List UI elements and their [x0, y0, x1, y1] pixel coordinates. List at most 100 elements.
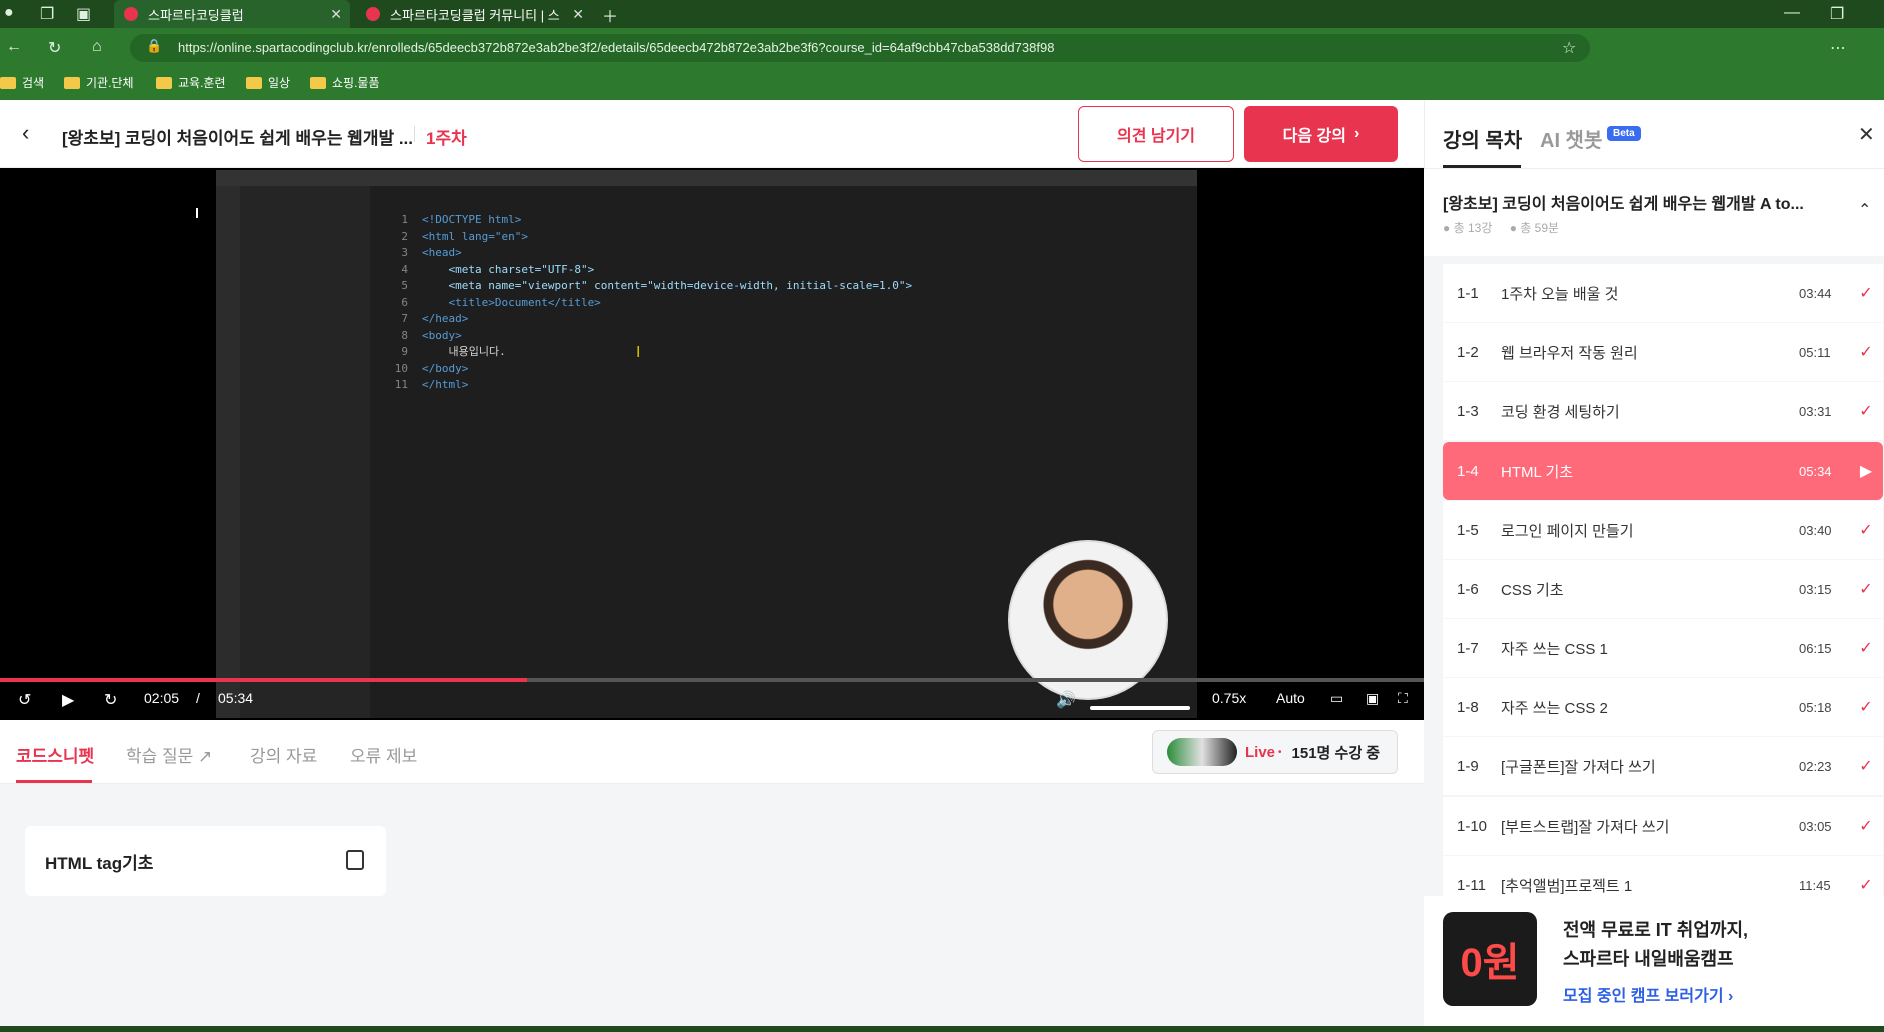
- lesson-item[interactable]: 1-3 코딩 환경 세팅하기 03:31 ✓: [1443, 382, 1883, 440]
- promo-badge: 0원: [1443, 912, 1537, 1006]
- snippet-area: [0, 784, 1424, 1026]
- fullscreen-icon[interactable]: ⛶: [1398, 690, 1408, 707]
- lesson-item[interactable]: 1-4 HTML 기초 05:34 ▶: [1443, 442, 1883, 500]
- speed-button[interactable]: 0.75x: [1212, 690, 1246, 706]
- bookmark-education[interactable]: 교육.훈련: [156, 74, 226, 91]
- lesson-duration: 03:15: [1799, 581, 1832, 597]
- play-circle-icon: ●: [1443, 221, 1451, 235]
- lesson-name: [추억앨범]프로젝트 1: [1501, 877, 1633, 895]
- lesson-item[interactable]: 1-8 자주 쓰는 CSS 2 05:18 ✓: [1443, 678, 1883, 736]
- close-sidebar-icon[interactable]: ✕: [1858, 122, 1875, 147]
- check-icon: ✓: [1859, 522, 1873, 539]
- close-tab-icon[interactable]: ✕: [330, 6, 342, 23]
- sparta-favicon: [124, 7, 138, 21]
- quality-button[interactable]: Auto: [1276, 690, 1305, 706]
- tab-table-of-contents[interactable]: 강의 목차: [1443, 124, 1522, 153]
- lesson-name: [구글폰트]잘 가져다 쓰기: [1501, 758, 1656, 776]
- copy-icon[interactable]: [346, 850, 364, 870]
- tab-actions-icon[interactable]: ▣: [76, 4, 91, 24]
- more-menu-icon[interactable]: ⋯: [1830, 38, 1846, 58]
- promo-text: 전액 무료로 IT 취업까지, 스파르타 내일배움캠프: [1563, 920, 1749, 969]
- lesson-number: 1-7: [1457, 639, 1479, 657]
- play-icon: ▶: [1859, 463, 1873, 480]
- check-icon: ✓: [1859, 403, 1873, 420]
- bookmark-agency[interactable]: 기관.단체: [64, 74, 134, 91]
- lesson-duration: 03:31: [1799, 403, 1832, 419]
- feedback-button[interactable]: 의견 남기기: [1078, 106, 1234, 162]
- external-link-icon: ↗: [198, 747, 213, 766]
- tab-ai-chatbot[interactable]: AI 챗봇: [1540, 124, 1602, 153]
- captions-icon[interactable]: ▭: [1330, 690, 1343, 707]
- taskbar-edge: [0, 1026, 1884, 1032]
- tab-study-question[interactable]: 학습 질문 ↗: [126, 742, 212, 767]
- code-editor: <!DOCTYPE html> <html lang="en"> <head> …: [422, 213, 913, 391]
- volume-slider[interactable]: [1090, 706, 1190, 710]
- lesson-duration: 05:34: [1799, 463, 1832, 479]
- chevron-up-icon[interactable]: ⌃: [1858, 200, 1871, 220]
- browser-tab-1[interactable]: 스파르타코딩클럽 ✕: [114, 0, 350, 28]
- lesson-name: 코딩 환경 세팅하기: [1501, 403, 1620, 421]
- lesson-item[interactable]: 1-1 1주차 오늘 배울 것 03:44 ✓: [1443, 264, 1883, 322]
- vscode-explorer: [240, 186, 370, 718]
- folder-icon: [64, 76, 80, 89]
- volume-icon[interactable]: 🔊: [1056, 690, 1076, 710]
- video-progress-fill: [0, 678, 527, 682]
- check-icon: ✓: [1859, 877, 1873, 894]
- lesson-number: 1-1: [1457, 284, 1479, 302]
- active-tab-underline: [16, 780, 92, 783]
- new-tab-icon[interactable]: ＋: [602, 3, 618, 27]
- tab-code-snippet[interactable]: 코드스니펫: [16, 742, 94, 767]
- forward-10-icon[interactable]: ↻: [104, 690, 117, 710]
- close-tab-icon[interactable]: ✕: [572, 6, 584, 23]
- restore-icon[interactable]: ❐: [1830, 4, 1844, 24]
- tab-error-report[interactable]: 오류 제보: [350, 742, 417, 767]
- lesson-item[interactable]: 1-10 [부트스트랩]잘 가져다 쓰기 03:05 ✓: [1443, 797, 1883, 855]
- lesson-name: HTML 기초: [1501, 463, 1574, 481]
- live-viewers-badge: Live • 151명 수강 중: [1152, 730, 1398, 774]
- lesson-number: 1-3: [1457, 402, 1479, 420]
- workspaces-icon[interactable]: ❐: [40, 4, 54, 24]
- lesson-name: 로그인 페이지 만들기: [1501, 522, 1634, 540]
- next-lecture-button[interactable]: 다음 강의 ›: [1244, 106, 1398, 162]
- browser-tab-2[interactable]: 스파르타코딩클럽 커뮤니티 | 스 ✕: [356, 0, 592, 28]
- vscode-titlebar: [216, 170, 1197, 186]
- lesson-duration: 03:40: [1799, 522, 1832, 538]
- lesson-name: 자주 쓰는 CSS 1: [1501, 640, 1608, 658]
- lesson-name: CSS 기초: [1501, 581, 1564, 599]
- back-arrow-icon[interactable]: ‹: [22, 120, 29, 146]
- vscode-activity-bar: [216, 186, 240, 718]
- lesson-item[interactable]: 1-9 [구글폰트]잘 가져다 쓰기 02:23 ✓: [1443, 737, 1883, 795]
- lesson-item[interactable]: 1-7 자주 쓰는 CSS 1 06:15 ✓: [1443, 619, 1883, 677]
- promo-link[interactable]: 모집 중인 캠프 보러가기 ›: [1563, 982, 1733, 1006]
- lesson-number: 1-5: [1457, 521, 1479, 539]
- tab-lecture-materials[interactable]: 강의 자료: [250, 742, 317, 767]
- lesson-item[interactable]: 1-6 CSS 기초 03:15 ✓: [1443, 560, 1883, 618]
- viewer-avatars: [1167, 738, 1237, 766]
- course-title: [왕초보] 코딩이 처음이어도 쉽게 배우는 웹개발 A to...: [1443, 196, 1804, 213]
- divider: [1424, 168, 1884, 169]
- minimize-icon[interactable]: —: [1784, 4, 1800, 22]
- lesson-name: [부트스트랩]잘 가져다 쓰기: [1501, 818, 1670, 836]
- home-icon[interactable]: ⌂: [92, 38, 102, 56]
- bookmark-search[interactable]: 검색: [0, 74, 44, 91]
- lesson-item[interactable]: 1-2 웹 브라우저 작동 원리 05:11 ✓: [1443, 323, 1883, 381]
- refresh-icon[interactable]: ↻: [48, 38, 61, 58]
- theater-mode-icon[interactable]: ▣: [1366, 690, 1379, 707]
- lock-icon[interactable]: 🔒: [146, 38, 162, 54]
- lesson-number: 1-10: [1457, 817, 1488, 835]
- lesson-item[interactable]: 1-5 로그인 페이지 만들기 03:40 ✓: [1443, 501, 1883, 559]
- bookmark-shopping[interactable]: 쇼핑.물품: [310, 74, 380, 91]
- folder-icon: [246, 76, 262, 89]
- play-icon[interactable]: ▶: [62, 690, 74, 710]
- favorites-star-icon[interactable]: ☆: [1562, 38, 1576, 58]
- url-input[interactable]: https://online.spartacodingclub.kr/enrol…: [130, 34, 1590, 62]
- code-snippet-card[interactable]: HTML tag기초: [25, 826, 386, 896]
- rewind-10-icon[interactable]: ↺: [18, 690, 31, 710]
- lesson-duration: 06:15: [1799, 640, 1832, 656]
- lesson-number: 1-4: [1457, 462, 1479, 480]
- back-icon[interactable]: ←: [6, 38, 22, 56]
- profile-icon[interactable]: ●: [4, 4, 14, 22]
- bookmark-daily[interactable]: 일상: [246, 74, 290, 91]
- video-edge-marker: [196, 208, 198, 218]
- check-icon: ✓: [1859, 818, 1873, 835]
